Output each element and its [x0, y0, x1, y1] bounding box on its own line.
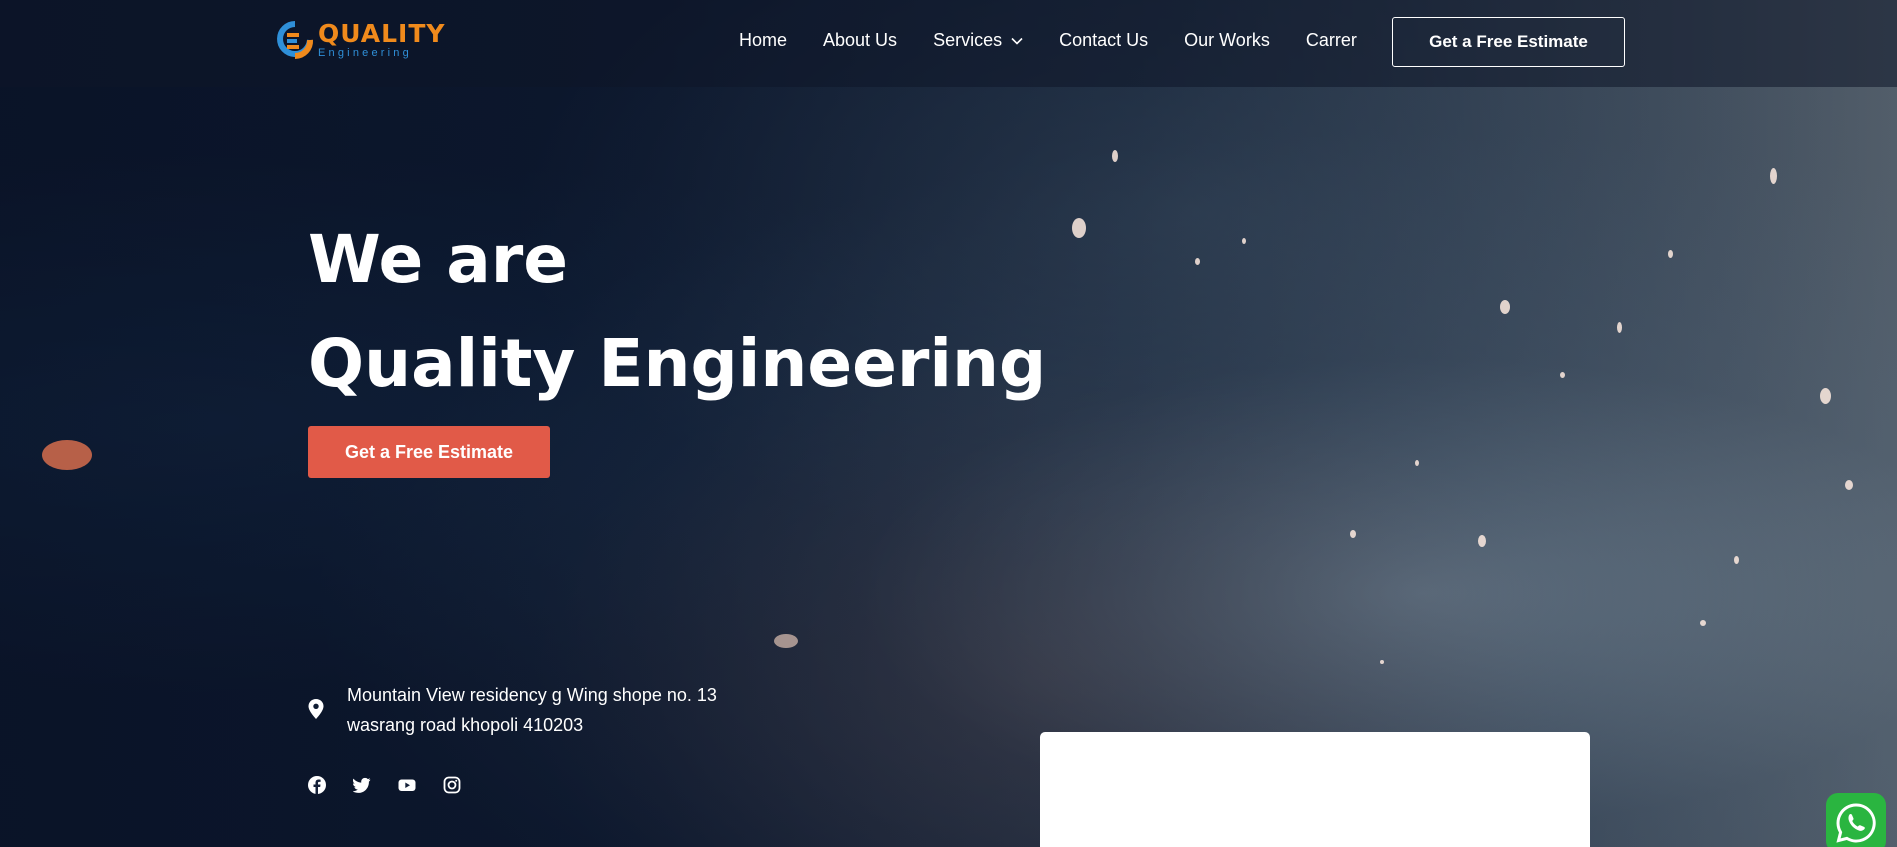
- main-nav: Home About Us Services Contact Us Our Wo…: [739, 30, 1393, 51]
- facebook-icon[interactable]: [308, 776, 326, 794]
- nav-item-home[interactable]: Home: [739, 30, 787, 51]
- nav-item-about-us[interactable]: About Us: [823, 30, 897, 51]
- hero-overlay: [0, 0, 1897, 847]
- site-header: QUALITY Engineering Home About Us Servic…: [0, 0, 1897, 87]
- hero-title-line1: We are: [308, 221, 569, 298]
- header-estimate-button[interactable]: Get a Free Estimate: [1392, 17, 1625, 67]
- youtube-icon[interactable]: [398, 776, 416, 794]
- instagram-icon[interactable]: [443, 776, 461, 794]
- whatsapp-button[interactable]: [1826, 793, 1886, 847]
- social-links: [308, 776, 488, 794]
- estimate-form-card: [1040, 732, 1590, 847]
- contact-address: Mountain View residency g Wing shope no.…: [308, 680, 717, 740]
- whatsapp-icon: [1836, 803, 1876, 843]
- brand-tagline: Engineering: [318, 47, 412, 59]
- brand-name: QUALITY: [318, 19, 446, 48]
- logo-mark-icon: [277, 21, 313, 60]
- nav-item-carrer[interactable]: Carrer: [1306, 30, 1357, 51]
- nav-item-contact-us[interactable]: Contact Us: [1059, 30, 1148, 51]
- chevron-down-icon: [1011, 37, 1023, 45]
- twitter-icon[interactable]: [353, 776, 371, 794]
- map-pin-icon: [308, 699, 324, 719]
- hero-estimate-button[interactable]: Get a Free Estimate: [308, 426, 550, 478]
- nav-item-services-label: Services: [933, 30, 1003, 50]
- hero-title-line2: Quality Engineering: [308, 325, 1047, 402]
- brand-logo[interactable]: QUALITY Engineering: [276, 20, 446, 60]
- address-line-1: Mountain View residency g Wing shope no.…: [347, 685, 717, 705]
- hero-title: We are Quality Engineering: [308, 208, 1046, 416]
- nav-item-services[interactable]: Services: [933, 30, 1023, 51]
- nav-item-our-works[interactable]: Our Works: [1184, 30, 1270, 51]
- address-line-2: wasrang road khopoli 410203: [347, 715, 584, 735]
